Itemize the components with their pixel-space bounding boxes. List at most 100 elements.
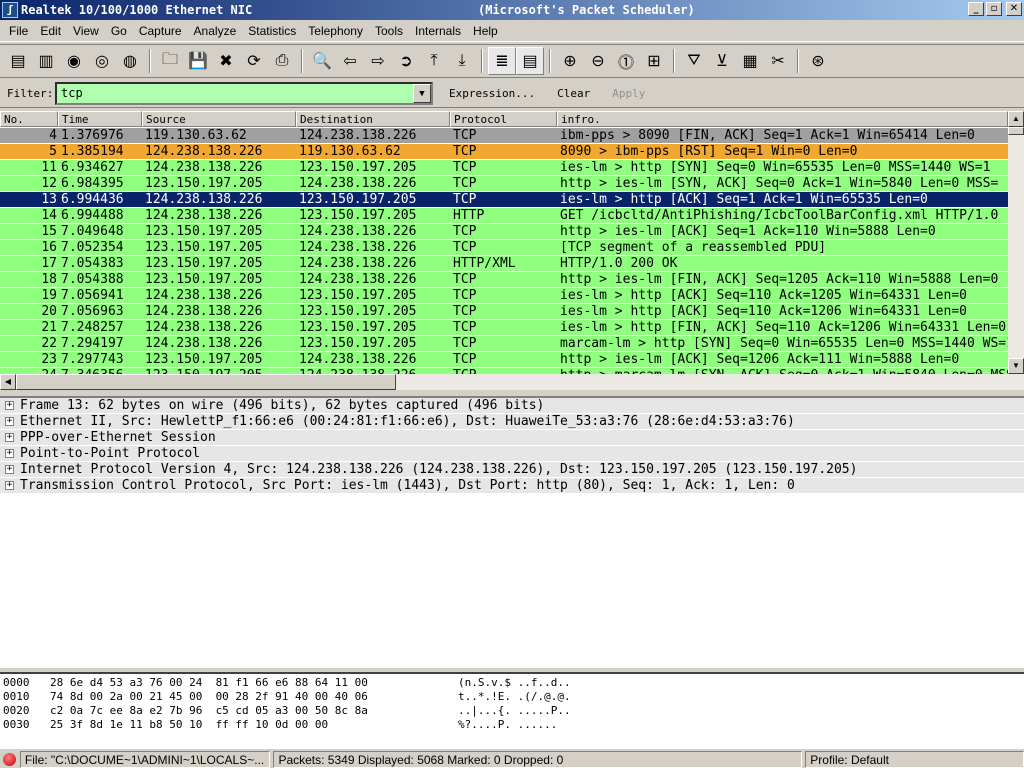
packet-row[interactable]: 4 1.376976 119.130.63.62 124.238.138.226 TCP…: [0, 127, 1008, 143]
expression-button[interactable]: Expression...: [443, 87, 541, 100]
filter-value[interactable]: tcp: [61, 86, 83, 100]
preferences-button[interactable]: ✂: [764, 47, 792, 75]
packet-row[interactable]: 14 6.994488 124.238.138.226 123.150.197.205…: [0, 207, 1008, 223]
menu-analyze[interactable]: Analyze: [188, 24, 243, 38]
hex-ascii[interactable]: ..|...{. .....P..: [458, 704, 571, 718]
help-button[interactable]: ⊛: [804, 47, 832, 75]
zoom-in-button[interactable]: ⊕: [556, 47, 584, 75]
packet-row[interactable]: 21 7.248257 124.238.138.226 123.150.197.205…: [0, 319, 1008, 335]
packet-row[interactable]: 20 7.056963 124.238.138.226 123.150.197.205…: [0, 303, 1008, 319]
packet-row[interactable]: 5 1.385194 124.238.138.226 119.130.63.62 TCP…: [0, 143, 1008, 159]
status-profile[interactable]: Profile: Default: [805, 750, 1024, 768]
packet-time: 7.052354: [61, 240, 124, 255]
hex-bytes[interactable]: 74 8d 00 2a 00 21 45 00 00 28 2f 91 40 0…: [50, 690, 458, 704]
packet-row[interactable]: 18 7.054388 123.150.197.205 124.238.138.226…: [0, 271, 1008, 287]
hex-bytes[interactable]: c2 0a 7c ee 8a e2 7b 96 c5 cd 05 a3 00 5…: [50, 704, 458, 718]
detail-tree-item[interactable]: + Point-to-Point Protocol: [0, 446, 1024, 462]
close-button[interactable]: ✕: [1006, 2, 1022, 16]
column-header-info[interactable]: infro.: [557, 111, 1008, 127]
resize-columns-button[interactable]: ⊞: [640, 47, 668, 75]
scroll-left-icon[interactable]: ◀: [0, 374, 16, 390]
reload-button[interactable]: ⟳: [240, 47, 268, 75]
packet-row[interactable]: 247.346356123.150.197.205124.238.138.226…: [0, 367, 1008, 374]
minimize-button[interactable]: _: [968, 2, 984, 16]
stop-capture-button[interactable]: ◎: [88, 47, 116, 75]
apply-button[interactable]: Apply: [606, 87, 651, 100]
detail-tree-item[interactable]: + PPP-over-Ethernet Session: [0, 430, 1024, 446]
menu-statistics[interactable]: Statistics: [242, 24, 302, 38]
capture-options-button[interactable]: ▥: [32, 47, 60, 75]
coloring-rules-button[interactable]: ▦: [736, 47, 764, 75]
expand-plus-icon[interactable]: +: [5, 465, 14, 474]
detail-tree-item[interactable]: + Ethernet II, Src: HewlettP_f1:66:e6 (00…: [0, 414, 1024, 430]
maximize-button[interactable]: ▫: [986, 2, 1002, 16]
hex-bytes[interactable]: 25 3f 8d 1e 11 b8 50 10 ff ff 10 0d 00 0…: [50, 718, 458, 732]
packet-row[interactable]: 13 6.994436 124.238.138.226 123.150.197.205…: [0, 191, 1008, 207]
hex-ascii[interactable]: (n.S.v.$ ..f..d..: [458, 676, 571, 690]
go-to-packet-button[interactable]: ➲: [392, 47, 420, 75]
expand-plus-icon[interactable]: +: [5, 449, 14, 458]
menu-help[interactable]: Help: [467, 24, 504, 38]
packet-row[interactable]: 19 7.056941 124.238.138.226 123.150.197.205…: [0, 287, 1008, 303]
packet-list-vertical-scrollbar[interactable]: ▲ ▼: [1008, 111, 1024, 374]
capture-filters-button[interactable]: ⛛: [680, 47, 708, 75]
column-header-time[interactable]: Time: [58, 111, 142, 127]
open-file-button[interactable]: 🗀: [156, 47, 184, 75]
restart-capture-button[interactable]: ◍: [116, 47, 144, 75]
packet-row[interactable]: 22 7.294197 124.238.138.226 123.150.197.205…: [0, 335, 1008, 351]
menu-capture[interactable]: Capture: [133, 24, 188, 38]
column-header-source[interactable]: Source: [142, 111, 296, 127]
scroll-up-icon[interactable]: ▲: [1008, 111, 1024, 127]
colorize-button[interactable]: ≣: [488, 47, 516, 75]
go-forward-button[interactable]: ⇨: [364, 47, 392, 75]
scroll-down-icon[interactable]: ▼: [1008, 358, 1024, 374]
packet-row[interactable]: 16 7.052354 123.150.197.205 124.238.138.226…: [0, 239, 1008, 255]
packet-row[interactable]: 11 6.934627 124.238.138.226 123.150.197.205…: [0, 159, 1008, 175]
interfaces-button[interactable]: ▤: [4, 47, 32, 75]
detail-tree-item[interactable]: + Frame 13: 62 bytes on wire (496 bits), …: [0, 398, 1024, 414]
column-header-no[interactable]: No.: [0, 111, 58, 127]
expand-plus-icon[interactable]: +: [5, 417, 14, 426]
packet-row[interactable]: 15 7.049648 123.150.197.205 124.238.138.226…: [0, 223, 1008, 239]
menu-telephony[interactable]: Telephony: [302, 24, 369, 38]
menu-edit[interactable]: Edit: [34, 24, 67, 38]
go-first-button[interactable]: ⤒: [420, 47, 448, 75]
detail-tree-item[interactable]: + Transmission Control Protocol, Src Port…: [0, 478, 1024, 494]
display-filters-button[interactable]: ⊻: [708, 47, 736, 75]
column-header-destination[interactable]: Destination: [296, 111, 450, 127]
filter-input[interactable]: tcp ▼: [55, 82, 433, 105]
filter-dropdown-button[interactable]: ▼: [413, 84, 431, 103]
packet-row[interactable]: 17 7.054383 123.150.197.205 124.238.138.226…: [0, 255, 1008, 271]
expand-plus-icon[interactable]: +: [5, 401, 14, 410]
zoom-out-button[interactable]: ⊖: [584, 47, 612, 75]
hex-ascii[interactable]: t..*.!E. .(/.@.@.: [458, 690, 571, 704]
hex-ascii[interactable]: %?....P. ......: [458, 718, 557, 732]
clear-button[interactable]: Clear: [551, 87, 596, 100]
menu-file[interactable]: File: [3, 24, 34, 38]
menu-internals[interactable]: Internals: [409, 24, 467, 38]
menu-tools[interactable]: Tools: [369, 24, 409, 38]
menu-view[interactable]: View: [67, 24, 105, 38]
print-button[interactable]: ⎙: [268, 47, 296, 75]
expand-plus-icon[interactable]: +: [5, 481, 14, 490]
packet-row[interactable]: 12 6.984395 123.150.197.205 124.238.138.226…: [0, 175, 1008, 191]
go-back-button[interactable]: ⇦: [336, 47, 364, 75]
packet-list-horizontal-scrollbar[interactable]: ◀: [0, 374, 1024, 390]
start-capture-button[interactable]: ◉: [60, 47, 88, 75]
scroll-thumb[interactable]: [1008, 127, 1024, 135]
expert-info-icon[interactable]: [3, 752, 16, 766]
packet-row[interactable]: 23 7.297743 123.150.197.205 124.238.138.226…: [0, 351, 1008, 367]
save-file-button[interactable]: 💾: [184, 47, 212, 75]
column-header-protocol[interactable]: Protocol: [450, 111, 557, 127]
auto-scroll-button[interactable]: ▤: [516, 47, 544, 75]
find-packet-button[interactable]: 🔍: [308, 47, 336, 75]
packet-protocol: TCP: [453, 288, 477, 303]
scroll-thumb[interactable]: [16, 374, 396, 390]
detail-tree-item[interactable]: + Internet Protocol Version 4, Src: 124.2…: [0, 462, 1024, 478]
go-last-button[interactable]: ⤓: [448, 47, 476, 75]
expand-plus-icon[interactable]: +: [5, 433, 14, 442]
close-file-button[interactable]: ✖: [212, 47, 240, 75]
hex-bytes[interactable]: 28 6e d4 53 a3 76 00 24 81 f1 66 e6 88 6…: [50, 676, 458, 690]
zoom-normal-button[interactable]: ⓵: [612, 47, 640, 75]
menu-go[interactable]: Go: [105, 24, 133, 38]
